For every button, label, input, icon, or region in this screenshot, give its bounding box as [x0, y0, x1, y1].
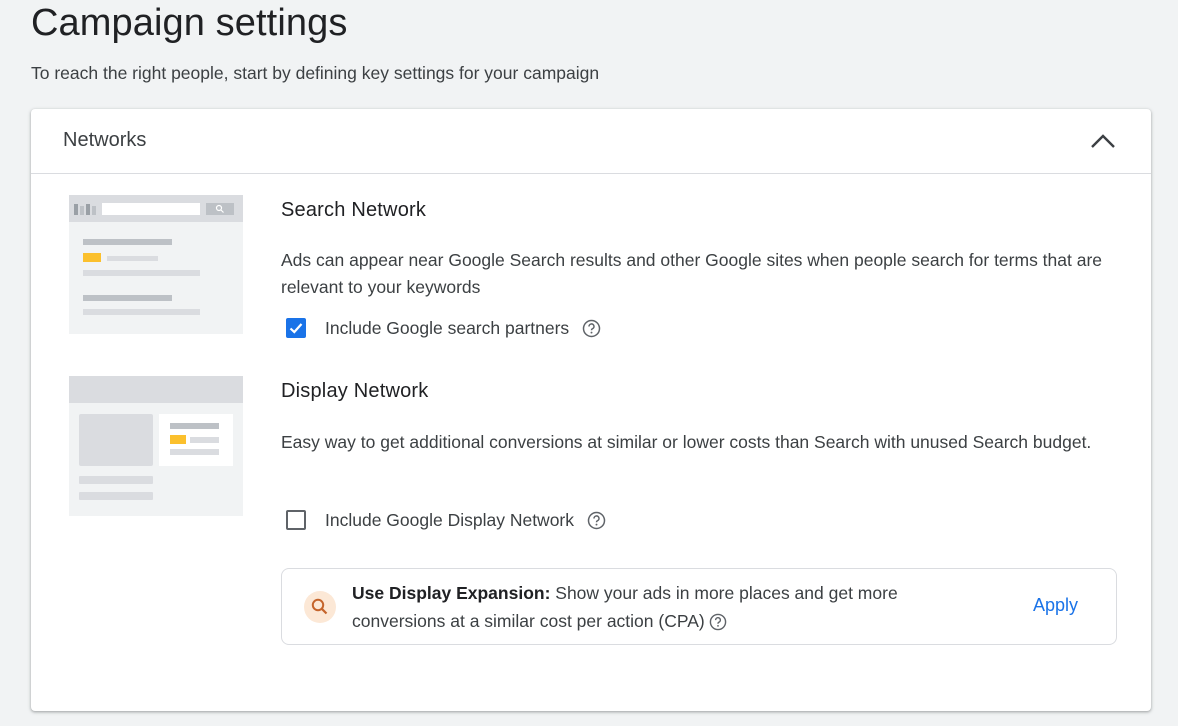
display-expansion-label: Use Display Expansion:: [352, 583, 551, 603]
help-circle-icon[interactable]: [709, 611, 727, 631]
apply-button[interactable]: Apply: [1025, 593, 1086, 618]
help-circle-icon[interactable]: [587, 511, 606, 530]
chevron-up-icon[interactable]: [1089, 129, 1117, 153]
display-network-description: Easy way to get additional conversions a…: [281, 432, 1092, 452]
display-network-checkbox[interactable]: [286, 510, 306, 530]
display-network-title: Display Network: [281, 380, 429, 402]
page-title: Campaign settings: [31, 2, 348, 44]
search-partners-checkbox[interactable]: [286, 318, 306, 338]
search-partners-option[interactable]: Include Google search partners: [286, 315, 601, 341]
help-circle-icon[interactable]: [582, 319, 601, 338]
display-network-label[interactable]: Include Google Display Network: [325, 510, 574, 531]
networks-card-title: Networks: [63, 129, 147, 151]
search-network-description: Ads can appear near Google Search result…: [281, 250, 1103, 297]
display-network-option[interactable]: Include Google Display Network: [286, 507, 606, 533]
networks-card: Networks Search Network Ads can appear n…: [31, 109, 1151, 711]
search-icon: [304, 591, 336, 623]
display-network-illustration: [69, 376, 243, 516]
search-network-title: Search Network: [281, 199, 427, 221]
page-subtitle: To reach the right people, start by defi…: [31, 63, 600, 83]
search-network-illustration: [69, 195, 243, 334]
networks-card-header[interactable]: Networks: [31, 109, 1151, 174]
checkmark-icon: [289, 323, 303, 334]
display-expansion-text: Use Display Expansion: Show your ads in …: [352, 579, 972, 635]
display-expansion-suggestion: Use Display Expansion: Show your ads in …: [281, 568, 1117, 645]
search-partners-label[interactable]: Include Google search partners: [325, 318, 569, 339]
